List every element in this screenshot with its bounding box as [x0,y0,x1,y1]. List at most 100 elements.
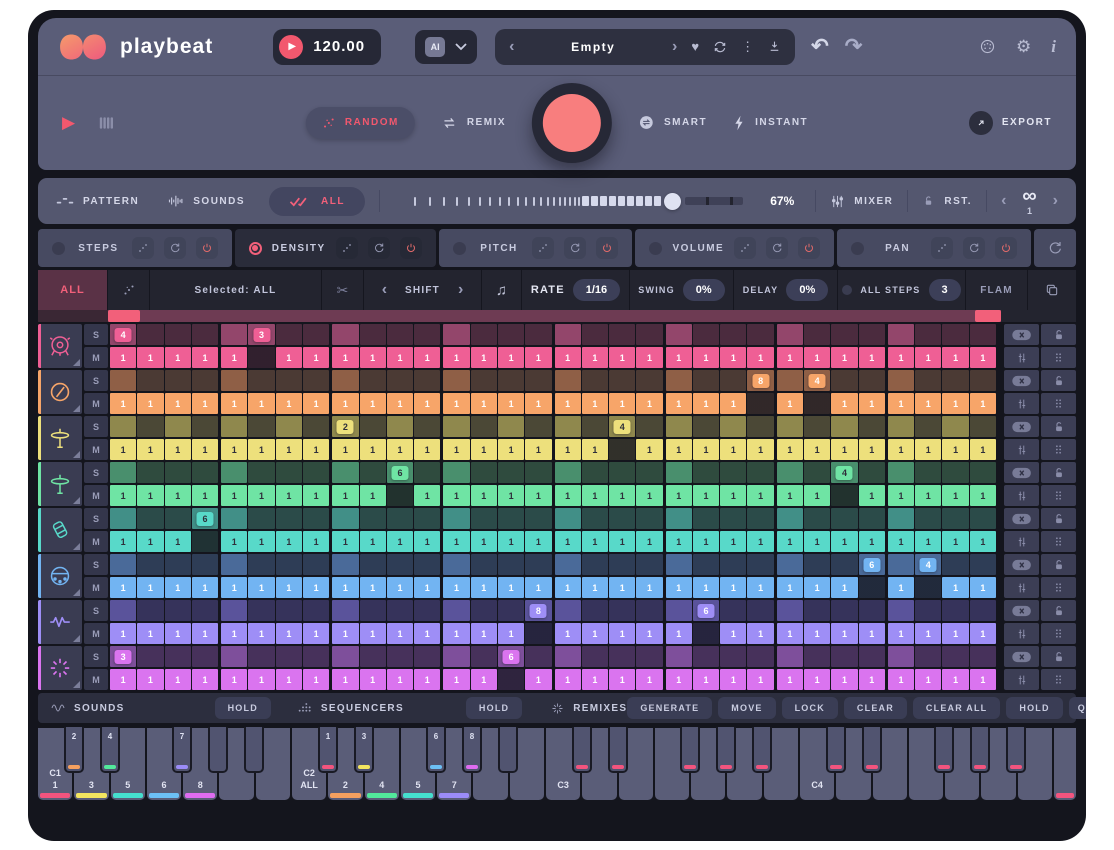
m-cell[interactable]: 1 [414,393,440,414]
s-cell[interactable] [414,646,440,667]
m-cell[interactable]: 1 [303,347,329,368]
m-cell[interactable]: 1 [693,347,719,368]
m-cell[interactable]: 1 [609,531,635,552]
swing-value[interactable]: 0% [683,279,725,301]
s-cell[interactable] [443,508,469,529]
m-cell[interactable]: 1 [387,347,413,368]
s-cell[interactable] [498,600,524,621]
m-cell[interactable]: 1 [582,347,608,368]
s-cell[interactable] [303,416,329,437]
s-cell[interactable] [221,554,247,575]
m-cell[interactable]: 1 [609,347,635,368]
m-cell[interactable]: 1 [387,439,413,460]
m-cell[interactable]: 1 [831,623,857,644]
s-cell[interactable] [110,370,136,391]
m-cell[interactable]: 1 [165,485,191,506]
s-cell[interactable] [693,554,719,575]
track-drag-icon[interactable] [1041,669,1076,690]
m-cell[interactable]: 1 [747,669,773,690]
s-cell[interactable] [276,324,302,345]
m-cell[interactable]: 1 [777,623,803,644]
m-cell[interactable]: 1 [859,347,885,368]
s-cell[interactable] [777,646,803,667]
swing-control[interactable]: SWING 0% [630,270,734,310]
m-cell[interactable]: 1 [693,393,719,414]
m-cell[interactable]: 1 [387,531,413,552]
m-cell[interactable]: 1 [555,485,581,506]
m-cell[interactable] [387,485,413,506]
s-cell[interactable] [942,508,968,529]
s-cell[interactable] [804,646,830,667]
m-cell[interactable]: 1 [498,393,524,414]
black-key[interactable] [826,727,846,773]
s-cell[interactable] [221,600,247,621]
m-cell[interactable]: 1 [414,623,440,644]
m-cell[interactable]: 1 [387,393,413,414]
m-cell[interactable]: 1 [248,439,274,460]
s-cell[interactable] [942,416,968,437]
m-cell[interactable]: 1 [859,393,885,414]
s-cell[interactable] [471,324,497,345]
m-cell[interactable]: 1 [831,439,857,460]
m-cell[interactable]: 1 [303,485,329,506]
s-cell[interactable] [555,554,581,575]
m-cell[interactable]: 1 [332,393,358,414]
m-cell[interactable]: 1 [915,531,941,552]
m-cell[interactable]: 1 [443,347,469,368]
s-cell[interactable] [165,324,191,345]
s-cell[interactable] [777,324,803,345]
s-cell[interactable] [666,416,692,437]
m-cell[interactable]: 1 [693,577,719,598]
snare-icon[interactable] [38,370,82,414]
s-cell[interactable]: 6 [498,646,524,667]
s-cell[interactable] [360,508,386,529]
m-cell[interactable]: 1 [332,485,358,506]
m-cell[interactable]: 1 [859,669,885,690]
s-cell[interactable]: 8 [747,370,773,391]
s-cell[interactable] [747,554,773,575]
s-cell[interactable] [525,554,551,575]
m-cell[interactable]: 1 [720,531,746,552]
track-lock-icon[interactable] [1041,370,1076,391]
s-cell[interactable] [471,554,497,575]
black-key[interactable] [608,727,628,773]
m-cell[interactable]: 1 [276,531,302,552]
m-cell[interactable] [525,623,551,644]
m-cell[interactable]: 1 [555,623,581,644]
m-cell[interactable]: 1 [443,531,469,552]
s-cell[interactable] [915,416,941,437]
m-cell[interactable]: 1 [582,485,608,506]
s-cell[interactable] [248,508,274,529]
m-cell[interactable]: 1 [221,577,247,598]
m-cell[interactable]: 1 [693,669,719,690]
s-cell[interactable] [221,462,247,483]
s-cell[interactable] [332,554,358,575]
tab-pitch[interactable]: PITCH [439,229,633,267]
track-settings-icon[interactable] [1004,439,1039,460]
s-cell[interactable] [303,508,329,529]
m-cell[interactable]: 1 [747,347,773,368]
power-icon[interactable] [798,237,820,259]
s-cell[interactable] [360,646,386,667]
s-cell[interactable] [720,416,746,437]
m-cell[interactable]: 1 [248,531,274,552]
m-cell[interactable]: 1 [777,669,803,690]
m-cell[interactable]: 1 [888,485,914,506]
s-cell[interactable] [248,462,274,483]
s-cell[interactable] [720,554,746,575]
m-cell[interactable]: 1 [747,531,773,552]
m-cell[interactable]: 1 [471,347,497,368]
quantize-button[interactable]: Q [1069,697,1086,719]
m-cell[interactable]: 1 [888,669,914,690]
s-cell[interactable] [137,462,163,483]
track-drag-icon[interactable] [1041,531,1076,552]
s-cell[interactable] [915,646,941,667]
m-cell[interactable]: 1 [777,577,803,598]
s-cell[interactable] [859,600,885,621]
m-cell[interactable]: 1 [777,531,803,552]
redo-button[interactable]: ↷ [845,34,863,59]
m-cell[interactable]: 1 [804,623,830,644]
s-cell[interactable] [915,370,941,391]
s-cell[interactable] [582,508,608,529]
s-cell[interactable] [303,646,329,667]
